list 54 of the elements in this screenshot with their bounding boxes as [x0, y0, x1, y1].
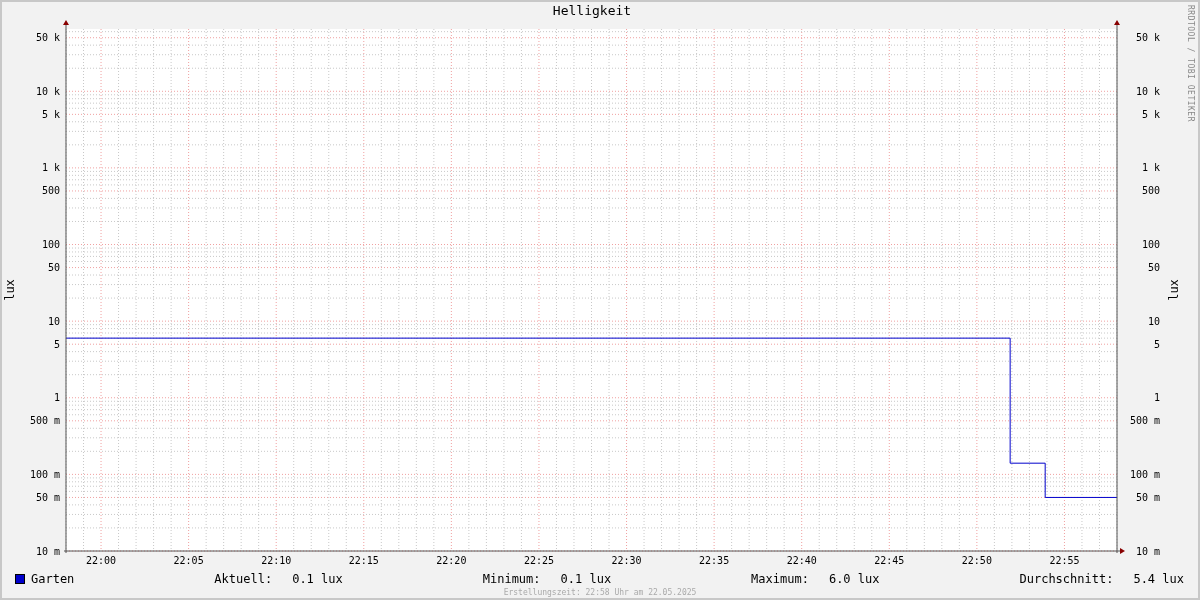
x-tick-label: 22:30 [611, 555, 642, 566]
y-tick-label: 100 [1141, 239, 1160, 250]
x-tick-label: 22:50 [961, 555, 992, 566]
x-tick-label: 22:00 [86, 555, 117, 566]
y-tick-label: 50 m [1135, 491, 1160, 503]
stat-label: Maximum: [751, 572, 809, 586]
y-tick-label: 5 k [41, 108, 60, 120]
y-tick-label: 50 m [35, 491, 60, 503]
stat-label: Minimum: [482, 572, 541, 586]
x-tick-label: 22:15 [348, 555, 379, 566]
x-tick-label: 22:10 [261, 555, 292, 566]
stat-value: 0.1 lux [560, 572, 612, 586]
y-tick-label: 5 k [1141, 108, 1160, 120]
stat-value: 5.4 lux [1133, 572, 1184, 586]
y-tick-label: 1 [53, 392, 60, 404]
x-tick-label: 22:05 [173, 555, 204, 566]
y-tick-label: 100 m [29, 468, 60, 480]
stat-value: 0.1 lux [292, 572, 343, 586]
y-tick-label: 10 k [35, 85, 60, 97]
y-tick-label: 5 [1153, 338, 1160, 350]
y-tick-label: 5 [53, 338, 60, 350]
y-tick-label: 1 k [41, 162, 60, 174]
y-tick-label: 10 m [1135, 545, 1160, 557]
y-tick-label: 500 m [29, 415, 60, 427]
credit-text: RRDTOOL / TOBI OETIKER [1185, 5, 1195, 122]
y-tick-label: 50 k [1135, 32, 1160, 44]
y-tick-label: 500 [41, 185, 60, 197]
y-tick-label: 50 k [35, 32, 60, 44]
x-tick-label: 22:25 [523, 555, 554, 566]
y-tick-label: 10 [1147, 315, 1160, 327]
y-tick-label: 500 m [1129, 415, 1160, 427]
y-tick-label: 1 k [1141, 162, 1160, 174]
x-tick-label: 22:35 [699, 555, 730, 566]
y-tick-label: 500 [1141, 185, 1160, 197]
y-axis-label: lux [3, 279, 17, 301]
stat-value: 6.0 lux [828, 572, 880, 586]
x-tick-label: 22:55 [1049, 555, 1080, 566]
stat-label: Durchschnitt: [1019, 572, 1114, 586]
y-axis-label: lux [1167, 279, 1181, 301]
y-tick-label: 50 [47, 262, 60, 274]
legend-label: Garten [31, 572, 75, 586]
y-tick-label: 10 [47, 315, 60, 327]
y-tick-label: 50 [1147, 262, 1160, 274]
x-tick-label: 22:45 [874, 555, 905, 566]
x-tick-label: 22:20 [436, 555, 467, 566]
chart-title: Helligkeit [552, 2, 632, 20]
creation-time: Erstellungszeit: 22:58 Uhr am 22.05.2025 [502, 588, 698, 597]
y-tick-label: 10 m [35, 545, 60, 557]
stat-label: Aktuell: [214, 572, 273, 586]
y-tick-label: 1 [1153, 392, 1160, 404]
y-tick-label: 100 m [1129, 468, 1160, 480]
y-tick-label: 10 k [1135, 85, 1160, 97]
x-tick-label: 22:40 [786, 555, 817, 566]
y-tick-label: 100 [41, 239, 60, 250]
